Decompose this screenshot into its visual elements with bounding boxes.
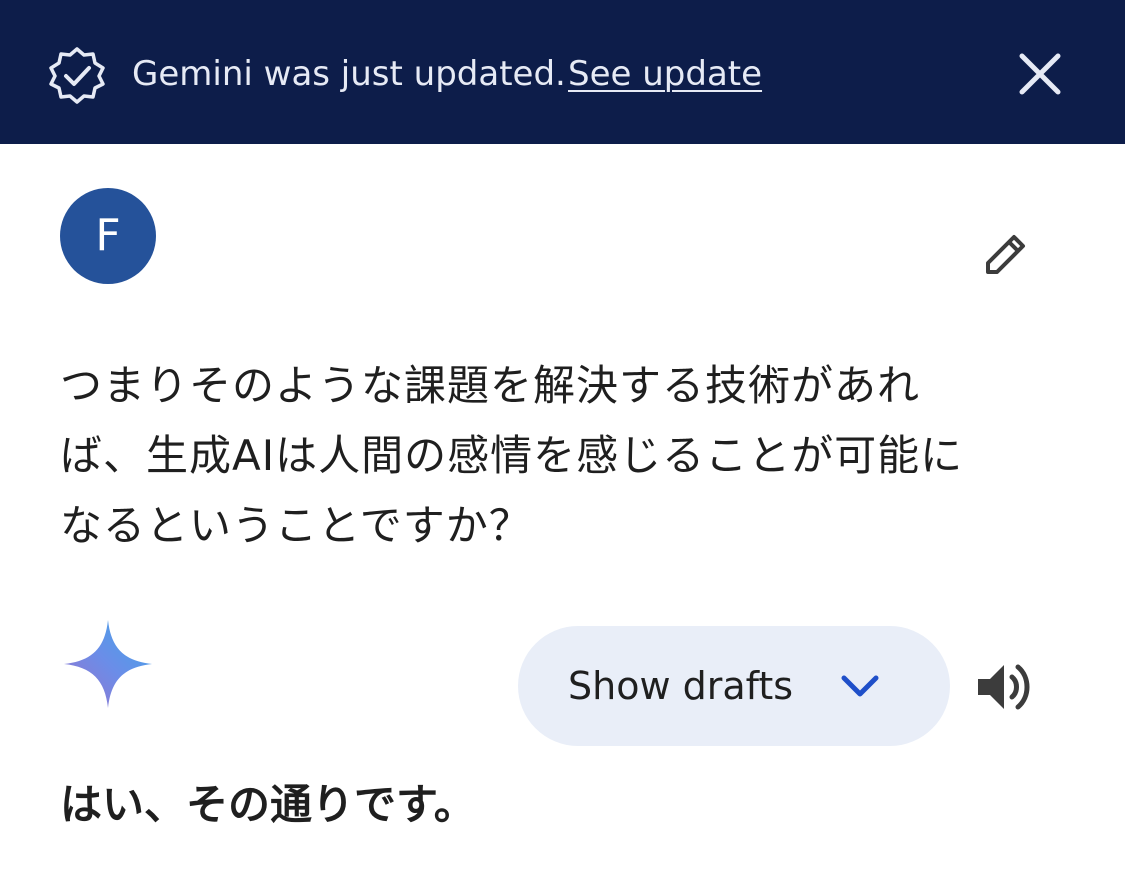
prompt-line: ば、生成AIは人間の感情を感じることが可能に <box>60 431 964 480</box>
close-icon[interactable] <box>1012 46 1068 102</box>
banner-message: Gemini was just updated. <box>132 54 566 94</box>
speaker-icon[interactable] <box>972 655 1036 719</box>
user-avatar[interactable]: F <box>60 188 156 284</box>
update-banner: Gemini was just updated. See update <box>0 0 1125 144</box>
gemini-sparkle-icon <box>64 620 152 708</box>
prompt-line: なるということですか？ <box>60 501 532 550</box>
verified-badge-icon <box>49 47 105 104</box>
show-drafts-label: Show drafts <box>568 664 794 708</box>
see-update-link[interactable]: See update <box>568 50 762 98</box>
prompt-line: つまりそのような課題を解決する技術があれ <box>60 361 921 410</box>
user-prompt: つまりそのような課題を解決する技術があれ ば、生成AIは人間の感情を感じることが… <box>60 351 1070 561</box>
pencil-icon[interactable] <box>978 226 1034 282</box>
response-text: はい、その通りです。 <box>60 780 476 829</box>
chevron-down-icon <box>841 675 879 697</box>
show-drafts-button[interactable]: Show drafts <box>518 626 950 746</box>
